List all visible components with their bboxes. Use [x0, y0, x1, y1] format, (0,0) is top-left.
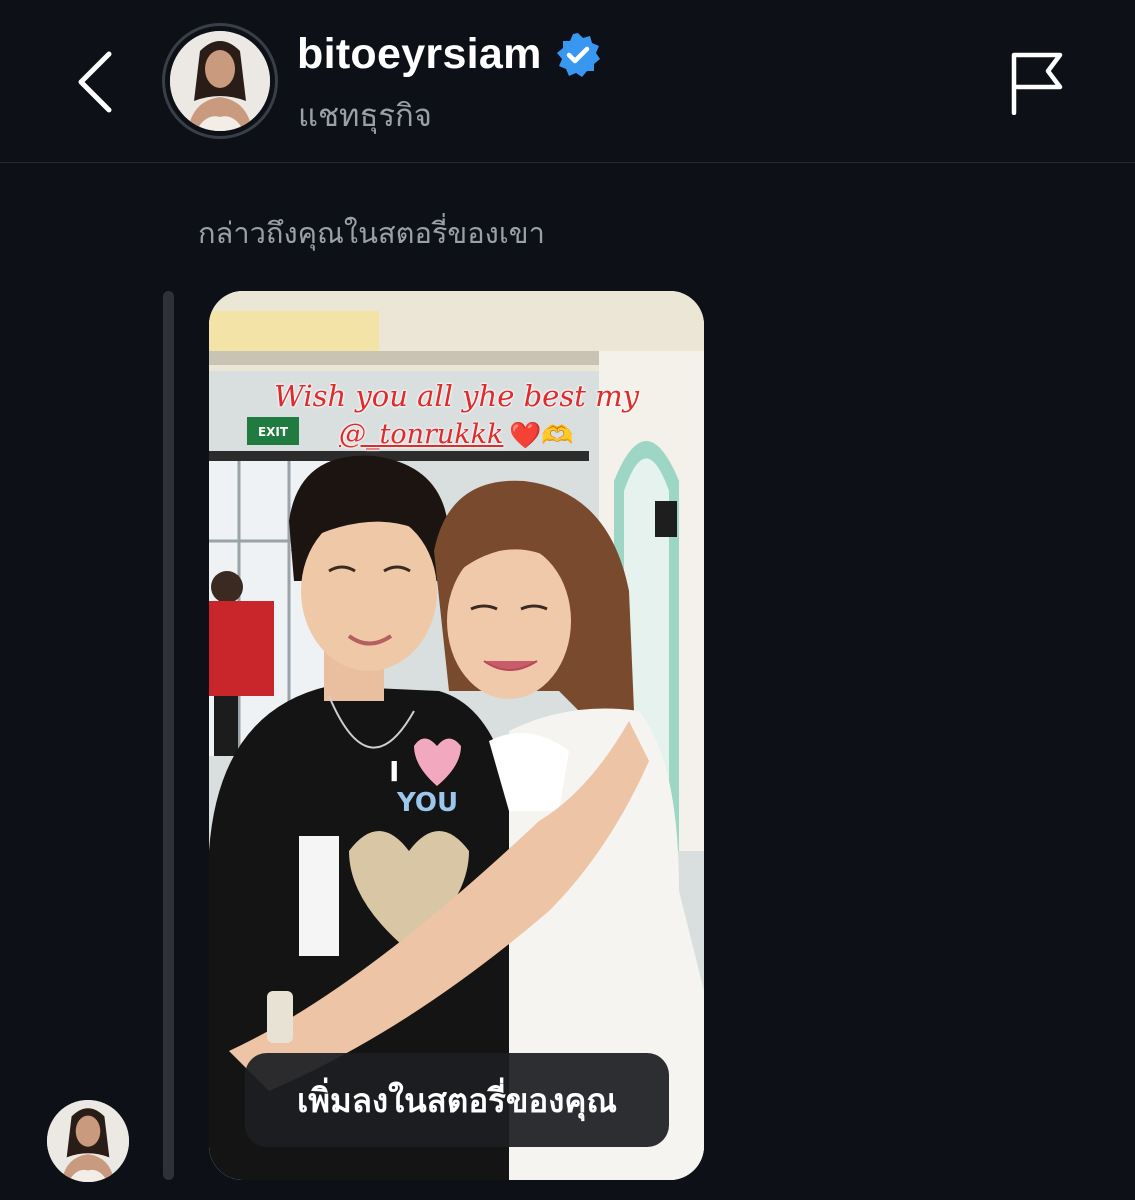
- chat-subtitle: แชทธุรกิจ: [298, 98, 432, 134]
- reply-indicator-bar: [163, 291, 174, 1180]
- add-to-story-button[interactable]: เพิ่มลงในสตอรี่ของคุณ: [245, 1053, 669, 1147]
- chat-header: bitoeyrsiam แชทธุรกิจ: [0, 0, 1135, 163]
- heart-hands-emoji: ❤️🫶: [509, 421, 574, 451]
- report-button[interactable]: [994, 40, 1078, 124]
- story-mention-tag[interactable]: @_tonrukkk: [339, 419, 503, 450]
- story-caption: Wish you all yhe best my: [274, 379, 639, 413]
- story-preview-card[interactable]: EXIT I YOU Wish you all yhe best my @_to…: [209, 291, 704, 1180]
- sender-avatar[interactable]: [47, 1100, 129, 1182]
- exit-sign-label: EXIT: [258, 425, 289, 439]
- username: bitoeyrsiam: [297, 30, 542, 78]
- username-row[interactable]: bitoeyrsiam: [297, 30, 602, 79]
- avatar-image: [170, 31, 270, 131]
- back-button[interactable]: [60, 40, 130, 124]
- chevron-left-icon: [78, 51, 112, 113]
- verified-badge-icon: [556, 32, 600, 77]
- story-mention-note: กล่าวถึงคุณในสตอรี่ของเขา: [198, 216, 545, 250]
- sender-avatar-image: [47, 1100, 129, 1182]
- chat-screen: bitoeyrsiam แชทธุรกิจ กล่าวถึงคุณในสตอรี…: [0, 0, 1135, 1200]
- shirt-print-you: YOU: [396, 788, 458, 818]
- shirt-print-i: I: [389, 755, 399, 788]
- flag-icon: [1011, 52, 1063, 115]
- profile-avatar[interactable]: [162, 23, 278, 139]
